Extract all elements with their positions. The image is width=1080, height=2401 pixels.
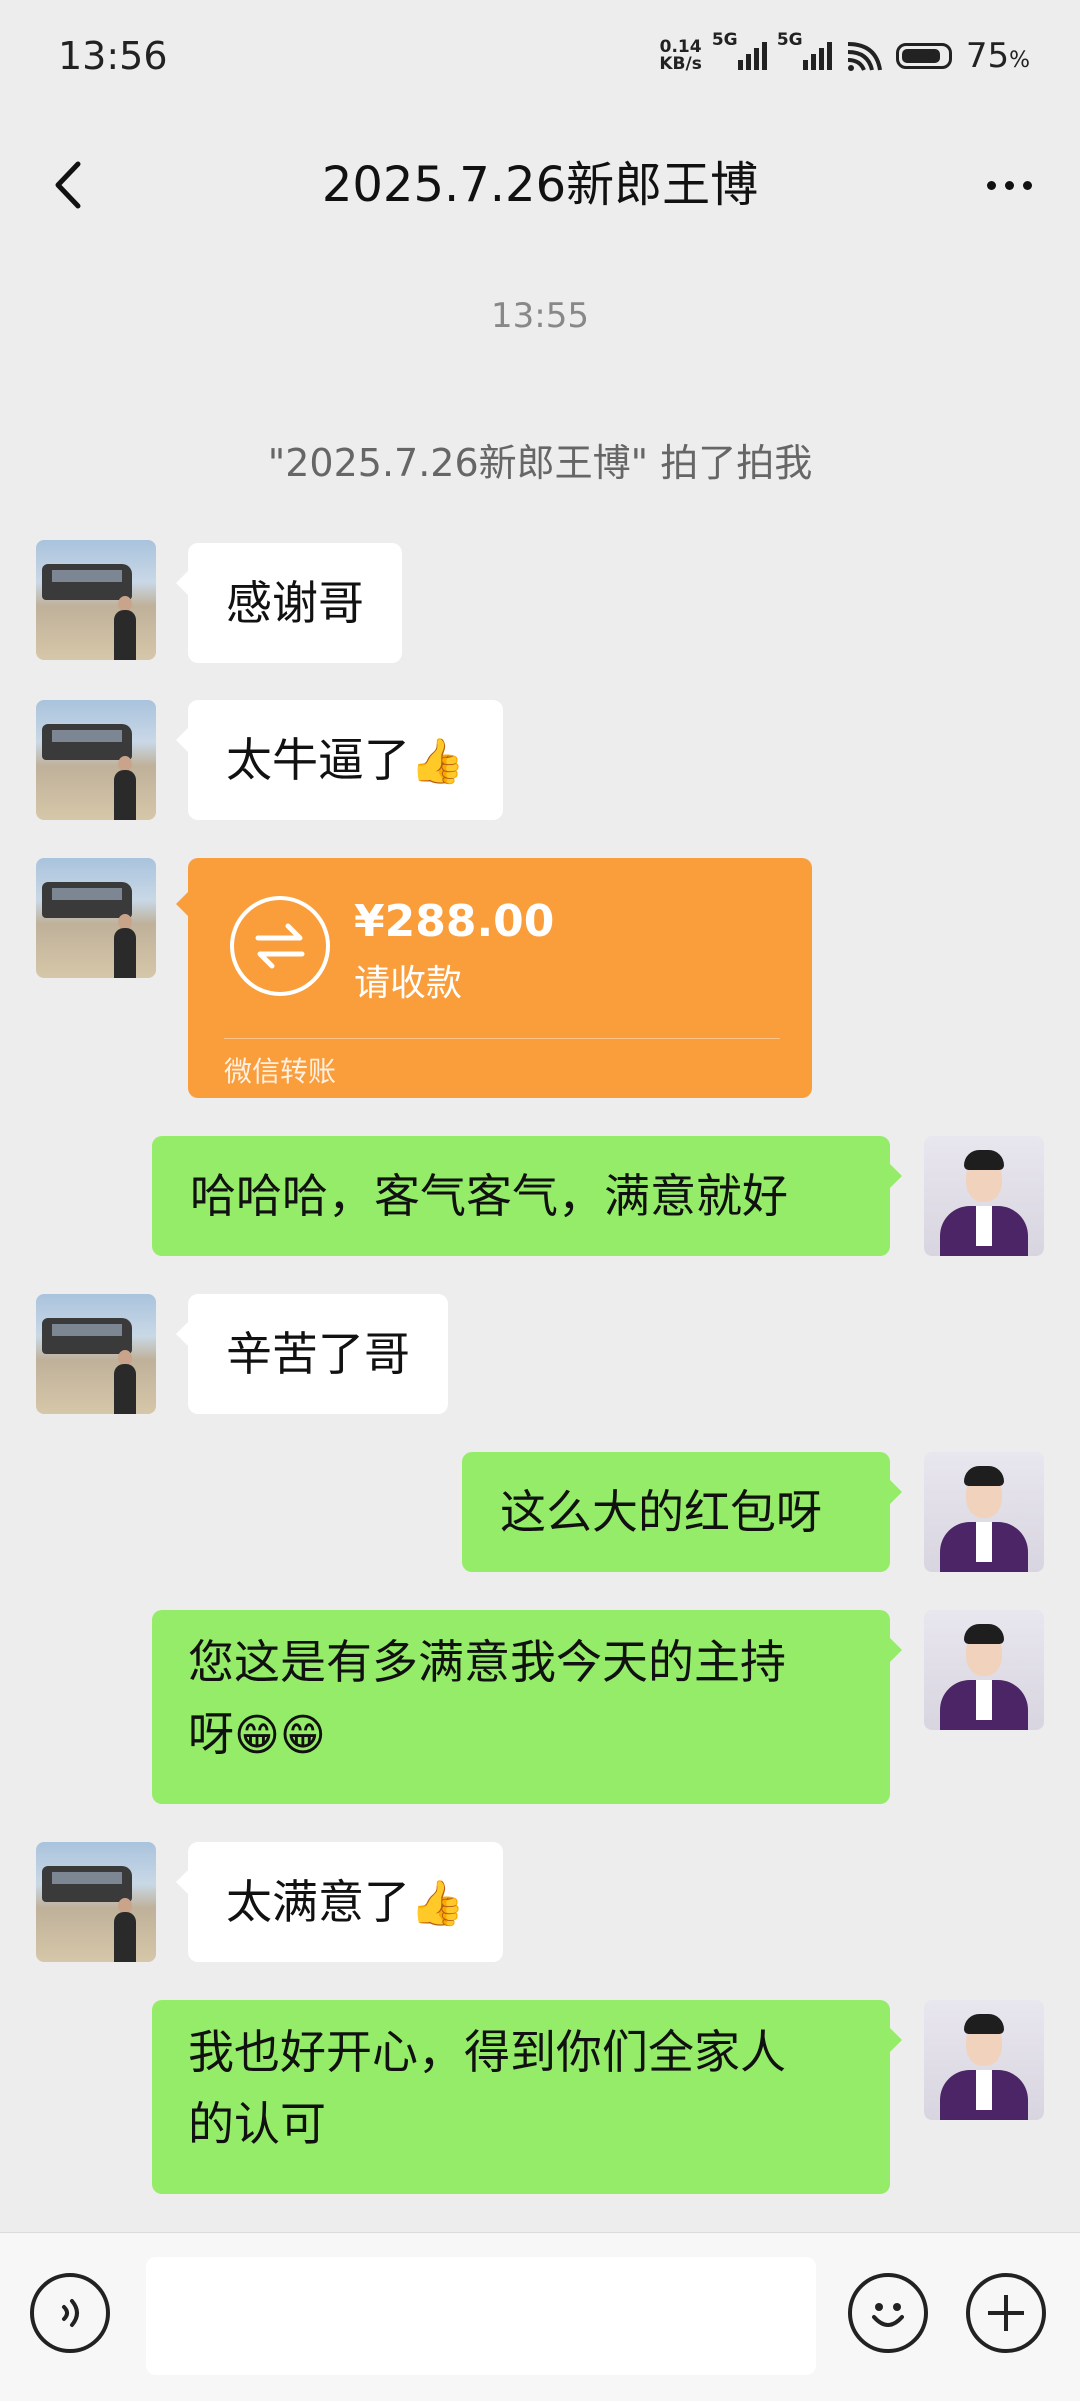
network-speed: 0.14 KB/s — [659, 37, 702, 74]
message-bubble-incoming[interactable]: 太满意了👍 — [176, 1842, 503, 1962]
contact-avatar[interactable] — [36, 1842, 156, 1962]
more-dots-icon — [986, 180, 996, 190]
grinning-face-icon: 😁😁 — [234, 1710, 326, 1761]
voice-icon — [62, 2299, 79, 2327]
transfer-footer: 微信转账 — [224, 1055, 337, 1088]
pat-notice: "2025.7.26新郎王博" 拍了拍我 — [267, 441, 813, 485]
voice-button[interactable] — [30, 2273, 110, 2353]
input-bar — [0, 2232, 1080, 2401]
contact-avatar[interactable] — [36, 700, 156, 820]
transfer-status: 请收款 — [354, 963, 463, 1004]
message-input[interactable] — [146, 2257, 816, 2375]
message-bubble-outgoing[interactable]: 哈哈哈，客气客气，满意就好 — [152, 1136, 902, 1256]
thumbs-up-icon: 👍 — [410, 736, 465, 787]
battery-percent: 75% — [965, 36, 1030, 76]
message-bubble-outgoing[interactable]: 这么大的红包呀 — [462, 1452, 902, 1572]
signal-icon: 5G — [777, 30, 832, 70]
transfer-amount: ¥288.00 — [354, 896, 555, 947]
transfer-icon — [230, 896, 330, 996]
plus-button[interactable] — [966, 2273, 1046, 2353]
my-avatar[interactable] — [924, 1452, 1044, 1572]
more-button[interactable] — [974, 150, 1044, 220]
chat-title: 2025.7.26新郎王博 — [321, 157, 759, 213]
message-bubble-incoming[interactable]: 太牛逼了👍 — [176, 700, 503, 820]
status-time: 13:56 — [58, 34, 168, 78]
status-bar: 13:56 0.14 KB/s 5G 5G 75% — [0, 0, 1080, 120]
my-avatar[interactable] — [924, 1136, 1044, 1256]
contact-avatar[interactable] — [36, 1294, 156, 1414]
thumbs-up-icon: 👍 — [410, 1878, 465, 1929]
my-avatar[interactable] — [924, 2000, 1044, 2120]
message-bubble-incoming[interactable]: 辛苦了哥 — [176, 1294, 448, 1414]
message-timestamp: 13:55 — [491, 296, 589, 336]
wifi-icon — [847, 42, 882, 71]
battery-icon — [895, 43, 952, 69]
emoji-icon — [872, 2303, 904, 2327]
message-bubble-outgoing[interactable]: 您这是有多满意我今天的主持 呀😁😁 — [152, 1610, 902, 1804]
emoji-button[interactable] — [848, 2273, 928, 2353]
contact-avatar[interactable] — [36, 540, 156, 660]
signal-icon: 5G — [712, 30, 767, 70]
my-avatar[interactable] — [924, 1610, 1044, 1730]
status-indicators: 0.14 KB/s 5G 5G 75% — [659, 30, 1030, 78]
transfer-card[interactable]: ¥288.00 请收款 微信转账 — [176, 858, 812, 1098]
chat-header: 2025.7.26新郎王博 — [0, 120, 1080, 250]
message-bubble-incoming[interactable]: 感谢哥 — [176, 543, 402, 663]
contact-avatar[interactable] — [36, 858, 156, 978]
divider — [224, 1038, 780, 1039]
message-bubble-outgoing[interactable]: 我也好开心，得到你们全家人 的认可 — [152, 2000, 902, 2194]
